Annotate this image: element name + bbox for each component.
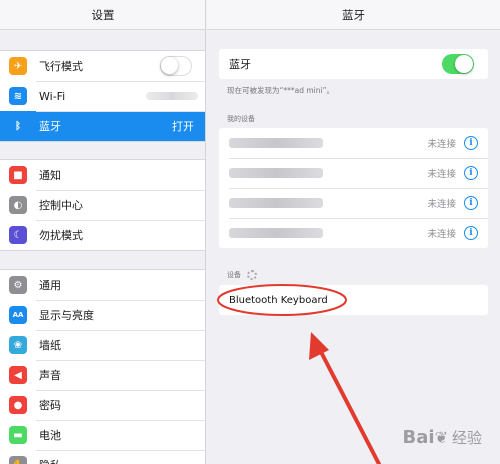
airplane-icon: ✈	[9, 57, 27, 75]
found-device-row[interactable]: Bluetooth Keyboard	[219, 285, 488, 315]
device-status: 未连接	[427, 199, 456, 210]
sidebar-item[interactable]: ≋ Wi-Fi	[0, 81, 205, 111]
sidebar-item[interactable]: ᛒ 蓝牙 打开	[0, 111, 205, 141]
wifi-icon: ≋	[9, 87, 27, 105]
bluetooth-title: 蓝牙	[207, 0, 500, 30]
sidebar-item[interactable]: ✈ 飞行模式	[0, 51, 205, 81]
loading-spinner-icon	[247, 270, 257, 280]
notifications-icon: ■	[9, 166, 27, 184]
sidebar-item-label: 声音	[39, 369, 61, 382]
settings-group: ⚙ 通用 AA 显示与亮度 ❀ 墙纸 ◀ 声音 ● 密码 ▬ 电池 ✋ 隐私	[0, 269, 205, 464]
device-name-redacted	[229, 198, 323, 208]
sidebar-item[interactable]: ■ 通知	[0, 160, 205, 190]
my-device-row[interactable]: 未连接 i	[219, 218, 488, 248]
discoverable-note: 现在可被发现为“***ad mini”。	[227, 86, 334, 95]
control-center-icon: ◐	[9, 196, 27, 214]
found-devices-list: Bluetooth Keyboard	[219, 285, 488, 315]
bluetooth-toggle-label: 蓝牙	[229, 58, 251, 71]
sidebar-item[interactable]: ▬ 电池	[0, 420, 205, 450]
paw-icon: ❦	[434, 428, 448, 447]
sidebar-item-label: 蓝牙	[39, 120, 61, 133]
airplane-mode-switch[interactable]	[160, 56, 192, 76]
bluetooth-pane: 蓝牙 蓝牙 现在可被发现为“***ad mini”。 我的设备 未连接 i 未连接 i…	[207, 0, 500, 464]
sidebar-item[interactable]: ◐ 控制中心	[0, 190, 205, 220]
found-device-name: Bluetooth Keyboard	[229, 294, 328, 306]
red-arrow-icon	[309, 332, 381, 464]
baidu-jingyan-watermark: Bai❦ 经验	[402, 427, 482, 448]
wallpaper-icon: ❀	[9, 336, 27, 354]
info-icon[interactable]: i	[464, 166, 478, 180]
device-name-redacted	[229, 138, 323, 148]
my-device-row[interactable]: 未连接 i	[219, 158, 488, 188]
battery-icon: ▬	[9, 426, 27, 444]
devices-header-wrap: 设备	[227, 270, 257, 280]
sidebar-item[interactable]: ☾ 勿扰模式	[0, 220, 205, 250]
sidebar-item[interactable]: ❀ 墙纸	[0, 330, 205, 360]
settings-sidebar: 设置 ✈ 飞行模式 ≋ Wi-Fi ᛒ 蓝牙 打开 ■ 通知 ◐ 控制中心 ☾ 勿扰模式 ⚙ 通用 AA 显示与…	[0, 0, 206, 464]
bluetooth-toggle-row: 蓝牙	[219, 49, 488, 79]
sidebar-item[interactable]: ✋ 隐私	[0, 450, 205, 464]
my-device-row[interactable]: 未连接 i	[219, 188, 488, 218]
settings-group: ■ 通知 ◐ 控制中心 ☾ 勿扰模式	[0, 159, 205, 251]
device-name-redacted	[229, 168, 323, 178]
sidebar-item-label: 密码	[39, 399, 61, 412]
moon-icon: ☾	[9, 226, 27, 244]
my-device-row[interactable]: 未连接 i	[219, 128, 488, 158]
my-devices-header: 我的设备	[227, 115, 255, 123]
my-devices-list: 未连接 i 未连接 i 未连接 i 未连接 i	[219, 128, 488, 248]
sidebar-item-label: 控制中心	[39, 199, 83, 212]
sidebar-item-label: 隐私	[39, 457, 205, 464]
sidebar-item-label: 勿扰模式	[39, 229, 83, 242]
device-status: 未连接	[427, 229, 456, 240]
sidebar-item[interactable]: ◀ 声音	[0, 360, 205, 390]
bluetooth-switch[interactable]	[442, 54, 474, 74]
bluetooth-toggle-card: 蓝牙	[219, 49, 488, 79]
devices-header: 设备	[227, 271, 241, 279]
settings-title: 设置	[0, 0, 205, 30]
device-status: 未连接	[427, 139, 456, 150]
sidebar-item-label: 飞行模式	[39, 60, 83, 73]
sidebar-item[interactable]: ● 密码	[0, 390, 205, 420]
info-icon[interactable]: i	[464, 226, 478, 240]
sidebar-item[interactable]: ⚙ 通用	[0, 270, 205, 300]
gear-icon: ⚙	[9, 276, 27, 294]
info-icon[interactable]: i	[464, 136, 478, 150]
settings-group: ✈ 飞行模式 ≋ Wi-Fi ᛒ 蓝牙 打开	[0, 50, 205, 142]
sound-icon: ◀	[9, 366, 27, 384]
sidebar-item-label: 通用	[39, 279, 61, 292]
sidebar-item-label: 通知	[39, 169, 61, 182]
device-name-redacted	[229, 228, 323, 238]
sidebar-item-label: 电池	[39, 429, 61, 442]
privacy-icon: ✋	[9, 456, 27, 464]
wifi-network-value	[146, 92, 198, 100]
sidebar-item-label: 显示与亮度	[39, 309, 94, 322]
passcode-icon: ●	[9, 396, 27, 414]
bluetooth-icon: ᛒ	[9, 117, 27, 135]
device-status: 未连接	[427, 169, 456, 180]
sidebar-item-value: 打开	[172, 120, 194, 133]
info-icon[interactable]: i	[464, 196, 478, 210]
sidebar-item[interactable]: AA 显示与亮度	[0, 300, 205, 330]
display-brightness-icon: AA	[9, 306, 27, 324]
sidebar-item-label: 墙纸	[39, 339, 61, 352]
sidebar-item-label: Wi-Fi	[39, 89, 66, 103]
